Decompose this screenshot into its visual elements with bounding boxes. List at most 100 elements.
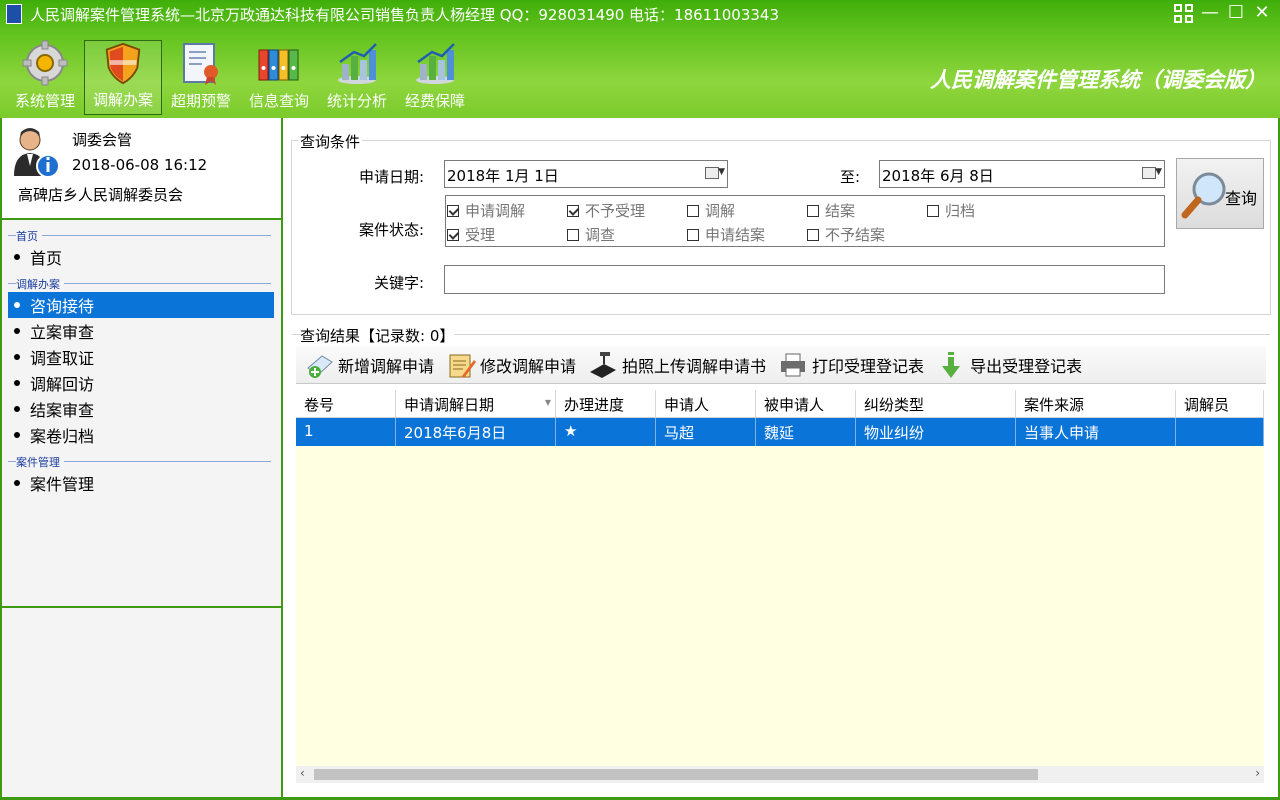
bullet-icon — [14, 328, 20, 334]
table-header: 卷号 申请调解日期 ▼ 办理进度 申请人 被申请人 纠纷类型 案件来源 调解员 — [296, 390, 1264, 418]
toolbar-funding[interactable]: 经费保障 — [396, 40, 474, 115]
edit-mediation-button[interactable]: 修改调解申请 — [446, 350, 576, 380]
column-header-volume[interactable]: 卷号 — [296, 390, 396, 417]
gear-icon — [22, 40, 68, 86]
toolbar-info-query[interactable]: 信息查询 — [240, 40, 318, 115]
photo-upload-button[interactable]: 拍照上传调解申请书 — [588, 350, 766, 380]
bullet-icon — [14, 302, 20, 308]
scrollbar-thumb[interactable] — [314, 769, 1038, 780]
status-checkbox-accepted[interactable]: 受理 — [447, 224, 495, 245]
app-book-icon — [6, 4, 22, 24]
column-header-progress[interactable]: 办理进度 — [556, 390, 656, 417]
sidebar-item-label: 调查取证 — [30, 349, 95, 368]
checkbox-box — [807, 228, 819, 241]
add-mediation-button[interactable]: 新增调解申请 — [304, 350, 434, 380]
tile-windows-icon[interactable] — [1174, 3, 1194, 23]
download-arrow-icon — [942, 351, 961, 378]
case-status-label: 案件状态: — [358, 221, 424, 239]
checkbox-box — [807, 204, 819, 217]
column-header-dispute-type[interactable]: 纠纷类型 — [856, 390, 1016, 417]
minimize-button[interactable]: — — [1200, 3, 1220, 23]
column-header-case-source[interactable]: 案件来源 — [1016, 390, 1176, 417]
sidebar-item-archive[interactable]: 案卷归档 — [8, 422, 274, 448]
sidebar-item-label: 案卷归档 — [30, 427, 95, 446]
system-brand-title: 人民调解案件管理系统（调委会版） — [930, 68, 1266, 92]
bullet-icon — [14, 432, 20, 438]
toolbar-statistics[interactable]: 统计分析 — [318, 40, 396, 115]
sidebar-item-follow-up[interactable]: 调解回访 — [8, 370, 274, 396]
toolbar-system-manage[interactable]: 系统管理 — [6, 40, 84, 115]
date-to-label: 至: — [839, 168, 860, 186]
status-checkbox-mediate[interactable]: 调解 — [687, 200, 735, 221]
magnifier-icon — [1181, 172, 1226, 219]
column-header-mediator[interactable]: 调解员 — [1176, 390, 1264, 417]
binders-icon — [258, 49, 299, 81]
left-bottom-panel — [2, 608, 281, 800]
bullet-icon — [14, 354, 20, 360]
maximize-button[interactable]: ☐ — [1226, 3, 1246, 23]
table-row[interactable]: 1 2018年6月8日 ★ 马超 魏延 物业纠纷 当事人申请 — [296, 418, 1264, 446]
sidebar-item-label: 立案审查 — [30, 323, 95, 342]
checkbox-box — [927, 204, 939, 217]
checkbox-box — [447, 204, 459, 217]
checkbox-box — [567, 228, 579, 241]
print-register-button[interactable]: 打印受理登记表 — [778, 350, 924, 380]
date-from-value: 2018年 1月 1日 — [447, 167, 559, 185]
date-from-picker[interactable]: 2018年 1月 1日 ▼ — [444, 160, 728, 188]
column-header-applicant[interactable]: 申请人 — [656, 390, 756, 417]
toolbar-label: 统计分析 — [326, 92, 387, 110]
keyword-input[interactable] — [444, 265, 1165, 294]
sidebar-item-case-manage[interactable]: 案件管理 — [8, 470, 274, 496]
toolbar-label: 超期预警 — [170, 92, 231, 110]
edit-mediation-label: 修改调解申请 — [480, 356, 577, 376]
close-button[interactable]: ✕ — [1252, 3, 1272, 23]
status-checkbox-deny-close[interactable]: 不予结案 — [807, 224, 885, 245]
toolbar-label: 经费保障 — [404, 92, 465, 110]
scroll-left-icon[interactable]: ‹ — [300, 766, 305, 780]
bullet-icon — [14, 254, 20, 260]
status-checkbox-reject[interactable]: 不予受理 — [567, 200, 645, 221]
search-button[interactable]: 查询 — [1176, 158, 1264, 229]
results-table: 卷号 申请调解日期 ▼ 办理进度 申请人 被申请人 纠纷类型 案件来源 调解员 1… — [296, 390, 1264, 766]
column-header-respondent[interactable]: 被申请人 — [756, 390, 856, 417]
cell-volume: 1 — [296, 418, 396, 446]
organization-name: 高碑店乡人民调解委员会 — [18, 186, 184, 204]
sidebar-item-label: 结案审查 — [30, 401, 95, 420]
apply-date-label: 申请日期: — [358, 168, 424, 186]
nav-group-case-manage: 案件管理 — [8, 450, 271, 470]
bullet-icon — [14, 406, 20, 412]
edit-notepad-icon — [449, 354, 477, 378]
bar-chart-icon — [416, 43, 455, 84]
cell-case-source: 当事人申请 — [1016, 418, 1176, 446]
results-action-bar: 新增调解申请 修改调解申请 拍照上传调解申请书 打印受理登记表 导出受理登记表 — [296, 346, 1266, 384]
sidebar-item-filing-review[interactable]: 立案审查 — [8, 318, 274, 344]
toolbar-label: 系统管理 — [14, 92, 75, 110]
nav-group-home: 首页 — [8, 224, 271, 244]
sidebar-nav: 首页 首页 调解办案 咨询接待 立案审查 调查取证 调解回访 结案审查 案卷归档… — [2, 220, 281, 608]
sidebar-item-investigation[interactable]: 调查取证 — [8, 344, 274, 370]
date-to-value: 2018年 6月 8日 — [882, 167, 994, 185]
status-checkbox-archived[interactable]: 归档 — [927, 200, 975, 221]
toolbar-mediation[interactable]: 调解办案 — [84, 40, 162, 115]
status-checkbox-apply[interactable]: 申请调解 — [447, 200, 525, 221]
status-checkbox-closed[interactable]: 结案 — [807, 200, 855, 221]
scanner-icon — [590, 351, 617, 378]
date-to-picker[interactable]: 2018年 6月 8日 ▼ — [879, 160, 1165, 188]
status-checkbox-apply-close[interactable]: 申请结案 — [687, 224, 765, 245]
toolbar-overdue-warning[interactable]: 超期预警 — [162, 40, 240, 115]
results-legend: 查询结果【记录数: 0】 — [300, 325, 455, 346]
chevron-down-icon: ▼ — [718, 167, 725, 177]
search-button-label: 查询 — [1225, 189, 1258, 208]
sidebar-item-closing-review[interactable]: 结案审查 — [8, 396, 274, 422]
horizontal-scrollbar[interactable]: ‹ › — [296, 766, 1264, 783]
export-register-button[interactable]: 导出受理登记表 — [936, 350, 1082, 380]
calendar-icon — [705, 167, 719, 179]
photo-upload-label: 拍照上传调解申请书 — [622, 356, 767, 376]
sidebar-item-consultation[interactable]: 咨询接待 — [8, 292, 274, 318]
status-checkbox-investigate[interactable]: 调查 — [567, 224, 615, 245]
scroll-right-icon[interactable]: › — [1255, 766, 1260, 780]
sidebar-item-home[interactable]: 首页 — [8, 244, 274, 270]
window-title: 人民调解案件管理系统—北京万政通达科技有限公司销售负责人杨经理 QQ：92803… — [30, 6, 780, 24]
cell-progress-star-icon: ★ — [556, 418, 656, 446]
column-header-apply-date[interactable]: 申请调解日期 ▼ — [396, 390, 556, 417]
